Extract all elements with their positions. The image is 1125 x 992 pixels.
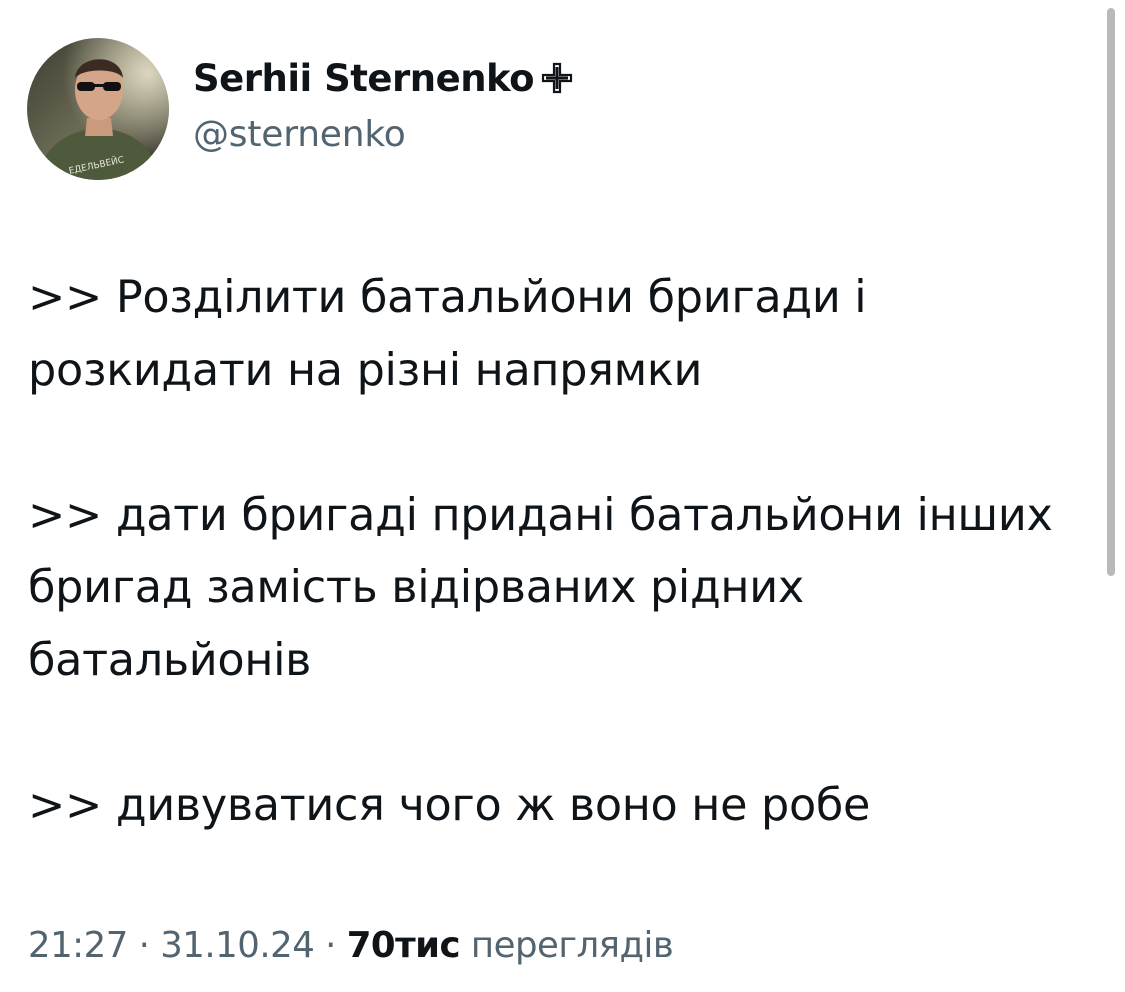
scrollbar[interactable] (1107, 8, 1115, 576)
user-handle[interactable]: @sternenko (193, 114, 574, 155)
tweet-paragraph-3: >> дивуватися чого ж воно не робе (28, 779, 871, 831)
meta-separator: · (325, 925, 336, 966)
tweet-meta: 21:27 · 31.10.24 · 70тис переглядів (28, 925, 674, 966)
avatar-image: ЕДЕЛЬВЕЙС (27, 38, 169, 180)
display-name-row: Serhii Sternenko (193, 52, 574, 104)
tweet-text: >> Розділити батальйони бригади і розкид… (28, 262, 1098, 842)
avatar[interactable]: ЕДЕЛЬВЕЙС (27, 38, 169, 180)
tweet-paragraph-2: >> дати бригаді придані батальйони інших… (28, 489, 1053, 686)
author-info: Serhii Sternenko @sternenko (193, 52, 574, 155)
views-label: переглядів (470, 925, 674, 966)
meta-separator: · (138, 925, 150, 966)
cross-icon (540, 61, 574, 95)
tweet-paragraph-1: >> Розділити батальйони бригади і розкид… (28, 272, 867, 396)
tweet-date[interactable]: 31.10.24 (160, 925, 315, 966)
views-count[interactable]: 70тис (347, 925, 461, 966)
display-name[interactable]: Serhii Sternenko (193, 57, 535, 100)
tweet: ЕДЕЛЬВЕЙС Serhii Sternenko @sternenko >>… (0, 0, 1125, 992)
tweet-time[interactable]: 21:27 (28, 925, 128, 966)
